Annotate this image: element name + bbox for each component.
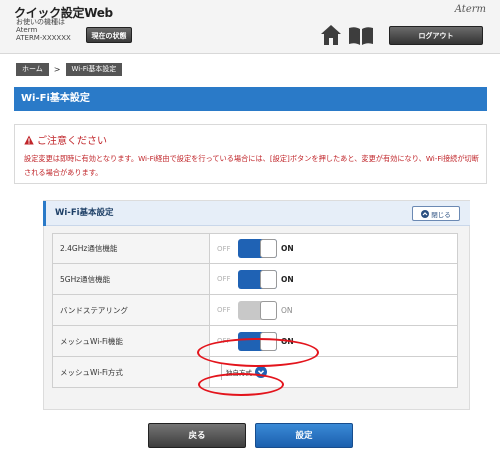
toggle-knob xyxy=(260,300,277,320)
toggle-on-label: ON xyxy=(281,244,294,253)
breadcrumb-home[interactable]: ホーム xyxy=(16,63,49,76)
chevron-up-icon xyxy=(421,209,430,218)
collapse-button-label: 閉じる xyxy=(431,210,451,219)
page-title: Wi-Fi基本設定 xyxy=(14,87,487,111)
toggle-band-steering: OFF ON xyxy=(217,300,293,320)
table-row: バンドステアリング OFF ON xyxy=(52,295,458,326)
warning-icon xyxy=(24,135,34,144)
caution-heading: ご注意ください xyxy=(24,132,107,147)
apply-button[interactable]: 設定 xyxy=(255,423,353,448)
highlight-circle-mesh-select xyxy=(198,373,284,396)
toggle-5ghz[interactable]: OFF ON xyxy=(217,269,294,289)
section-header: Wi-Fi基本設定 閉じる xyxy=(43,201,470,226)
breadcrumb: ホーム > Wi-Fi基本設定 xyxy=(16,63,123,76)
toggle-knob xyxy=(260,269,277,289)
caution-text: 設定変更は即時に有効となります。Wi-Fi経由で設定を行っている場合には、[設定… xyxy=(24,154,479,177)
toggle-on-label: ON xyxy=(281,305,293,315)
toggle-24ghz[interactable]: OFF ON xyxy=(217,239,294,258)
device-id: ATERM-XXXXXX xyxy=(16,34,71,42)
home-icon[interactable] xyxy=(320,24,342,46)
table-row: 5GHz通信機能 OFF ON xyxy=(52,264,458,295)
setting-value: OFF ON xyxy=(210,264,457,294)
brand-logo: Aterm xyxy=(454,4,486,15)
setting-value: OFF ON xyxy=(210,234,457,263)
setting-label: 5GHz通信機能 xyxy=(53,264,210,294)
toggle-off-label: OFF xyxy=(217,275,231,283)
highlight-circle-mesh-toggle xyxy=(197,338,319,367)
back-button[interactable]: 戻る xyxy=(148,423,246,448)
toggle-switch[interactable] xyxy=(238,269,277,289)
toggle-off-label: OFF xyxy=(217,306,231,314)
toggle-switch xyxy=(238,300,277,320)
setting-label: メッシュWi-Fi方式 xyxy=(53,357,210,387)
toggle-switch[interactable] xyxy=(238,239,277,258)
section-accent-bar xyxy=(43,201,46,226)
toggle-on-label: ON xyxy=(281,274,294,284)
breadcrumb-current: Wi-Fi基本設定 xyxy=(65,63,123,76)
caution-title: ご注意ください xyxy=(37,136,107,147)
section-title: Wi-Fi基本設定 xyxy=(55,208,114,218)
book-icon[interactable] xyxy=(348,26,374,46)
logout-button[interactable]: ログアウト xyxy=(389,26,483,45)
table-row: 2.4GHz通信機能 OFF ON xyxy=(52,233,458,264)
device-name: Aterm xyxy=(16,26,38,34)
device-label: お使いの機種は xyxy=(16,18,65,26)
setting-label: メッシュWi-Fi機能 xyxy=(53,326,210,356)
caution-box: ご注意ください 設定変更は即時に有効となります。Wi-Fi経由で設定を行っている… xyxy=(14,124,487,184)
current-status-button[interactable]: 現在の状態 xyxy=(86,27,132,43)
setting-value: OFF ON xyxy=(210,295,457,325)
toggle-off-label: OFF xyxy=(217,244,231,253)
toggle-knob xyxy=(260,239,277,258)
top-header: クイック設定Web お使いの機種は Aterm ATERM-XXXXXX 現在の… xyxy=(0,0,500,54)
collapse-button[interactable]: 閉じる xyxy=(412,206,460,221)
setting-label: 2.4GHz通信機能 xyxy=(53,234,210,263)
setting-label: バンドステアリング xyxy=(53,295,210,325)
breadcrumb-separator: > xyxy=(53,65,61,74)
